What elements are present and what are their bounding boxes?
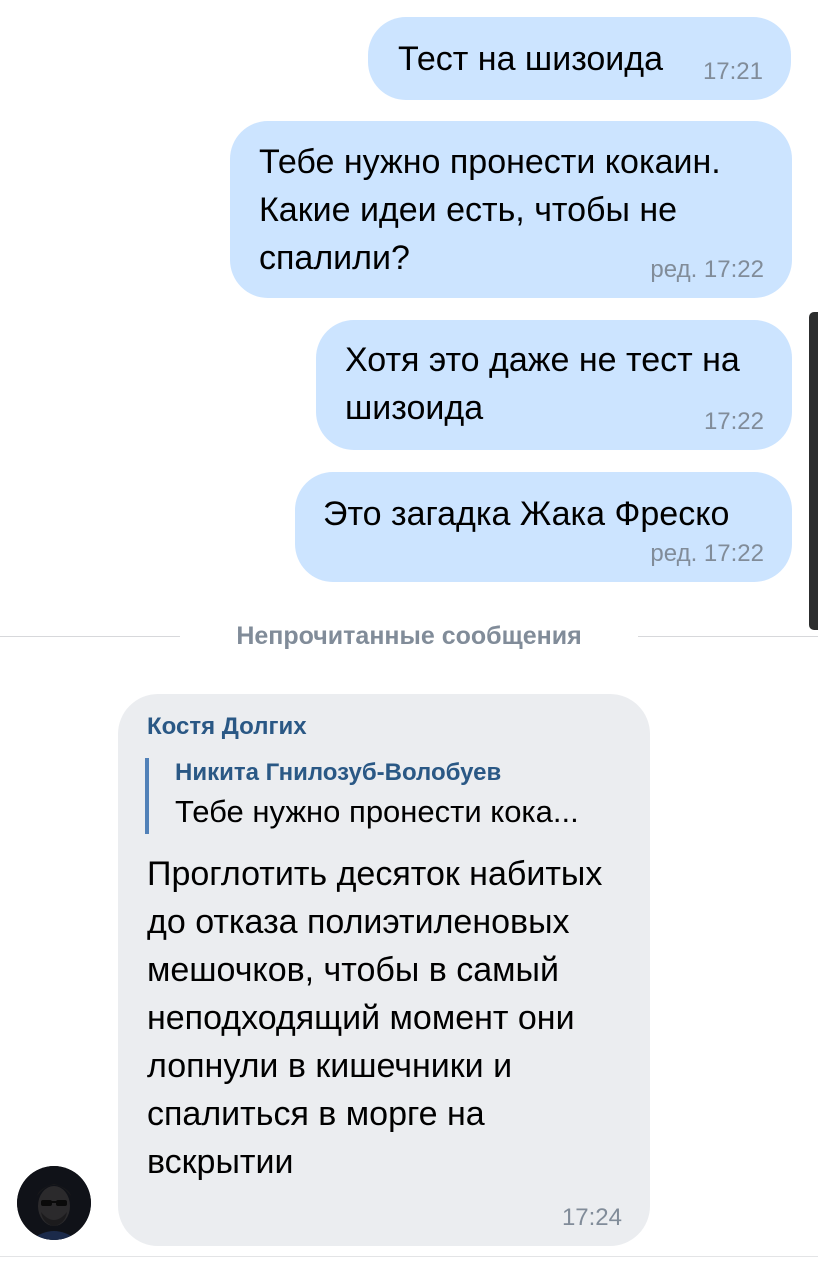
bottom-divider [0, 1256, 818, 1257]
reply-text: Тебе нужно пронести кока... [175, 794, 579, 829]
message-time: ред. 17:22 [650, 540, 764, 567]
message-time: 17:21 [702, 58, 763, 85]
outgoing-message[interactable]: Это загадка Жака Фреско ред. 17:22 [295, 472, 792, 582]
sender-name[interactable]: Костя Долгих [147, 712, 307, 742]
message-text: Это загадка Жака Фреско [323, 495, 730, 533]
unread-divider-label: Непрочитанные сообщения [236, 622, 582, 650]
avatar[interactable] [17, 1166, 91, 1240]
outgoing-message[interactable]: Тест на шизоида 17:21 [368, 17, 791, 100]
outgoing-message[interactable]: Хотя это даже не тест на шизоида 17:22 [316, 320, 792, 450]
reply-author: Никита Гнилозуб-Волобуев [175, 759, 502, 786]
message-text: Проглотить десяток набитых до отказа пол… [147, 855, 603, 1181]
unread-divider: Непрочитанные сообщения [0, 613, 818, 659]
message-time: 17:24 [561, 1204, 622, 1231]
message-text: Тест на шизоида [398, 40, 664, 78]
message-time: ред. 17:22 [650, 256, 764, 283]
message-time: 17:22 [703, 408, 764, 435]
scrollbar[interactable] [809, 312, 818, 630]
incoming-message[interactable]: Костя Долгих Никита Гнилозуб-Волобуев Те… [118, 694, 650, 1246]
avatar-image [17, 1166, 91, 1240]
reply-quote[interactable]: Никита Гнилозуб-Волобуев Тебе нужно прон… [145, 758, 625, 834]
outgoing-message[interactable]: Тебе нужно пронести кокаин. Какие идеи е… [230, 121, 792, 298]
